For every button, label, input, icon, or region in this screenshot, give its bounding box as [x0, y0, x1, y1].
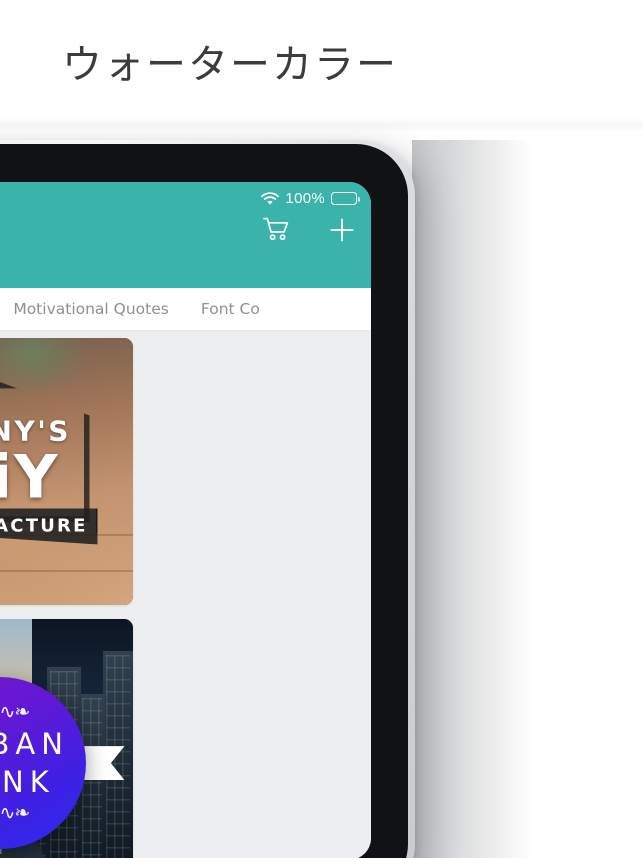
template-card-jennys-diy[interactable]: JENNY'S DiY MANUFACTURE pro: [0, 338, 133, 605]
header-actions: [259, 215, 359, 249]
page-root: ウォーターカラー 100% Motivational Quotes Font C…: [0, 0, 643, 858]
tab-font-combinations[interactable]: Font Co: [185, 300, 276, 318]
battery-full-icon: [331, 192, 360, 205]
device-screen: 100% Motivational Quotes Font Co NY'S iY…: [0, 182, 371, 858]
wifi-icon: [261, 192, 280, 205]
template-card-urban-bank[interactable]: ❧∿∿❧ URBAN BANK ❧∿∿❧ pro: [0, 619, 133, 858]
shopping-cart-icon: [262, 217, 290, 247]
status-bar: 100%: [261, 190, 360, 207]
plus-icon: [329, 217, 355, 248]
device-cast-shadow: [412, 140, 532, 858]
urban-flourish-bottom: ❧∿∿❧: [0, 802, 30, 825]
battery-percent-label: 100%: [285, 190, 325, 207]
category-tab-bar[interactable]: Stories Infographics Motivational Quotes…: [0, 288, 371, 330]
app-header: 100%: [0, 182, 371, 288]
template-grid[interactable]: JENNY'S DiY MANUFACTURE pro: [0, 330, 371, 858]
tab-motivational-quotes[interactable]: Motivational Quotes: [0, 300, 185, 318]
diy-line-2: DiY: [0, 441, 60, 512]
background-seam: [0, 118, 643, 132]
urban-line-2: BANK: [0, 765, 55, 800]
template-row: JENNY'S DiY MANUFACTURE pro: [0, 338, 361, 605]
page-title: ウォーターカラー: [62, 42, 398, 88]
diy-logo: JENNY'S DiY MANUFACTURE: [0, 381, 100, 545]
urban-flourish-top: ❧∿∿❧: [0, 701, 30, 724]
template-row: RLD UM: [0, 619, 361, 858]
cart-button[interactable]: [259, 215, 293, 249]
diy-ribbon-text: MANUFACTURE: [0, 515, 88, 537]
add-button[interactable]: [325, 215, 359, 249]
diy-line-3: MANUFACTURE: [0, 508, 98, 545]
urban-line-1: URBAN: [0, 727, 69, 762]
tablet-device: 100% Motivational Quotes Font Co NY'S iY…: [0, 140, 415, 858]
